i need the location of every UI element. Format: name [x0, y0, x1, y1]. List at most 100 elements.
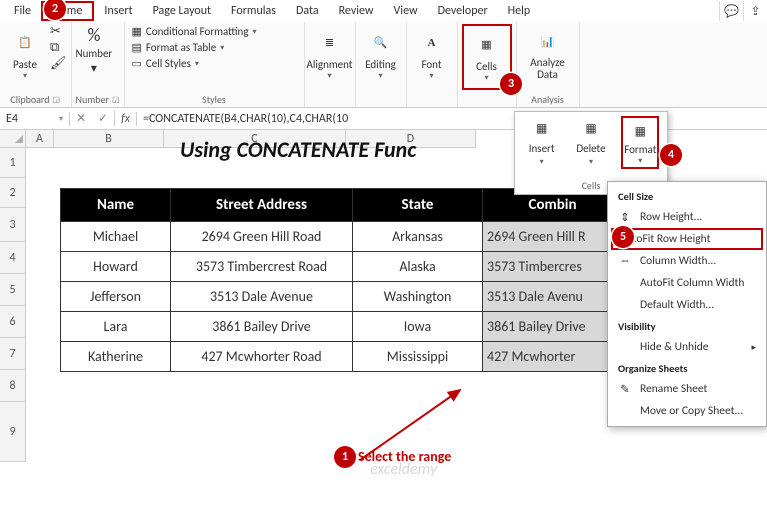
- table-row[interactable]: Jefferson3513 Dale AvenueWashington3513 …: [61, 282, 623, 312]
- dialog-launcher-icon[interactable]: ◲: [112, 95, 120, 105]
- cells-icon: ▦: [474, 32, 500, 58]
- cell-state[interactable]: Alaska: [353, 252, 483, 282]
- format-icon: ▦: [625, 119, 655, 143]
- number-button[interactable]: Number: [76, 47, 113, 60]
- col-head-b[interactable]: B: [54, 130, 164, 148]
- group-styles: ▦Conditional Formatting▾ ▤Format as Tabl…: [125, 22, 305, 107]
- analyze-data-button[interactable]: 📊Analyze Data: [521, 24, 575, 86]
- table-row[interactable]: Howard3573 Timbercrest RoadAlaska3573 Ti…: [61, 252, 623, 282]
- format-as-table-button[interactable]: ▤Format as Table▾: [129, 40, 260, 55]
- cell-addr[interactable]: 427 Mcwhorter Road: [171, 342, 353, 372]
- styles-label: Styles: [202, 93, 226, 106]
- share-icon[interactable]: ⇪: [743, 1, 767, 21]
- row-head-4[interactable]: 4: [0, 242, 26, 274]
- group-clipboard: 📋 Paste ▾ ✂ ⧉ 🖌 Clipboard◲: [0, 22, 72, 107]
- format-painter-icon[interactable]: 🖌: [50, 56, 67, 71]
- tab-page-layout[interactable]: Page Layout: [143, 2, 221, 20]
- cell-state[interactable]: Mississippi: [353, 342, 483, 372]
- row-head-8[interactable]: 8: [0, 370, 26, 402]
- ribbon: 📋 Paste ▾ ✂ ⧉ 🖌 Clipboard◲ % Number ▾ Nu…: [0, 22, 767, 108]
- font-label: Font: [421, 58, 441, 71]
- percent-button[interactable]: %: [87, 24, 100, 46]
- analyze-label: Analyze Data: [521, 57, 575, 81]
- tab-help[interactable]: Help: [498, 2, 541, 20]
- cell-combined[interactable]: 2694 Green Hill R: [483, 222, 623, 252]
- fx-button[interactable]: fx: [115, 112, 137, 126]
- rename-sheet-item[interactable]: ✎Rename Sheet: [608, 378, 766, 400]
- table-row[interactable]: Michael2694 Green Hill RoadArkansas2694 …: [61, 222, 623, 252]
- cell-name[interactable]: Jefferson: [61, 282, 171, 312]
- table-row[interactable]: Katherine427 Mcwhorter RoadMississippi42…: [61, 342, 623, 372]
- tab-file[interactable]: File: [4, 2, 41, 20]
- row-head-5[interactable]: 5: [0, 274, 26, 306]
- conditional-formatting-button[interactable]: ▦Conditional Formatting▾: [129, 24, 260, 39]
- group-font: AFont▾: [407, 22, 458, 107]
- editing-button[interactable]: 🔍Editing▾: [360, 24, 402, 86]
- tab-review[interactable]: Review: [329, 2, 384, 20]
- menu-bar: File Home Insert Page Layout Formulas Da…: [0, 0, 767, 22]
- cell-combined[interactable]: 427 Mcwhorter: [483, 342, 623, 372]
- analysis-label: Analysis: [531, 93, 564, 106]
- row-head-3[interactable]: 3: [0, 208, 26, 242]
- th-name: Name: [61, 189, 171, 222]
- cell-combined[interactable]: 3573 Timbercres: [483, 252, 623, 282]
- cs-label: Cell Styles: [146, 57, 191, 70]
- cell-name[interactable]: Lara: [61, 312, 171, 342]
- tab-insert[interactable]: Insert: [94, 2, 142, 20]
- paste-button[interactable]: 📋 Paste ▾: [4, 24, 46, 86]
- cell-state[interactable]: Arkansas: [353, 222, 483, 252]
- cell-combined[interactable]: 3861 Bailey Drive: [483, 312, 623, 342]
- move-copy-sheet-item[interactable]: Move or Copy Sheet...: [608, 400, 766, 422]
- font-button[interactable]: AFont▾: [411, 24, 453, 86]
- name-box[interactable]: E4▾: [0, 112, 70, 126]
- cell-combined[interactable]: 3513 Dale Avenu: [483, 282, 623, 312]
- tab-view[interactable]: View: [384, 2, 428, 20]
- cell-name[interactable]: Howard: [61, 252, 171, 282]
- column-width-item[interactable]: ⇔ Column Width...: [608, 250, 766, 272]
- hide-unhide-item[interactable]: Hide & Unhide▸: [608, 336, 766, 358]
- default-width-item[interactable]: Default Width...: [608, 294, 766, 316]
- cut-icon[interactable]: ✂: [50, 24, 67, 39]
- table-row[interactable]: Lara3861 Bailey DriveIowa3861 Bailey Dri…: [61, 312, 623, 342]
- cs-icon: ▭: [132, 57, 142, 70]
- cell-state[interactable]: Iowa: [353, 312, 483, 342]
- row-head-2[interactable]: 2: [0, 178, 26, 208]
- col-width-icon: ⇔: [618, 254, 632, 268]
- row-head-7[interactable]: 7: [0, 338, 26, 370]
- tab-developer[interactable]: Developer: [428, 2, 498, 20]
- arrow-annotation: [300, 380, 480, 480]
- cell-addr[interactable]: 2694 Green Hill Road: [171, 222, 353, 252]
- cell-styles-button[interactable]: ▭Cell Styles▾: [129, 56, 260, 71]
- cell-addr[interactable]: 3861 Bailey Drive: [171, 312, 353, 342]
- number-label: Number: [76, 93, 109, 106]
- cell-addr[interactable]: 3573 Timbercrest Road: [171, 252, 353, 282]
- cell-addr[interactable]: 3513 Dale Avenue: [171, 282, 353, 312]
- select-all-corner[interactable]: [0, 130, 26, 148]
- cell-name[interactable]: Michael: [61, 222, 171, 252]
- col-head-a[interactable]: A: [26, 130, 54, 148]
- insert-label: Insert: [529, 142, 555, 155]
- tab-formulas[interactable]: Formulas: [221, 2, 286, 20]
- hide-label: Hide & Unhide: [640, 340, 708, 354]
- row-head-9[interactable]: 9: [0, 402, 26, 462]
- cell-name[interactable]: Katherine: [61, 342, 171, 372]
- autofit-column-width-item[interactable]: AutoFit Column Width: [608, 272, 766, 294]
- copy-icon[interactable]: ⧉: [50, 40, 67, 55]
- tab-data[interactable]: Data: [286, 2, 329, 20]
- alignment-button[interactable]: ≣Alignment▾: [309, 24, 351, 86]
- row-height-item[interactable]: ⇕Row Height...: [608, 206, 766, 228]
- cell-state[interactable]: Washington: [353, 282, 483, 312]
- cancel-icon[interactable]: ✕: [70, 111, 92, 126]
- font-icon: A: [419, 30, 445, 56]
- delete-label: Delete: [576, 142, 605, 155]
- dialog-launcher-icon[interactable]: ◲: [53, 95, 61, 105]
- comments-icon[interactable]: 💬: [719, 1, 743, 21]
- row-head-1[interactable]: 1: [0, 148, 26, 178]
- row-head-6[interactable]: 6: [0, 306, 26, 338]
- chevron-down-icon: ▾: [91, 61, 97, 76]
- col-width-label: Column Width...: [640, 254, 716, 268]
- enter-icon[interactable]: ✓: [92, 111, 114, 126]
- move-label: Move or Copy Sheet...: [640, 404, 743, 418]
- group-alignment: ≣Alignment▾: [305, 22, 356, 107]
- formula-input[interactable]: =CONCATENATE(B4,CHAR(10),C4,CHAR(10: [137, 112, 767, 126]
